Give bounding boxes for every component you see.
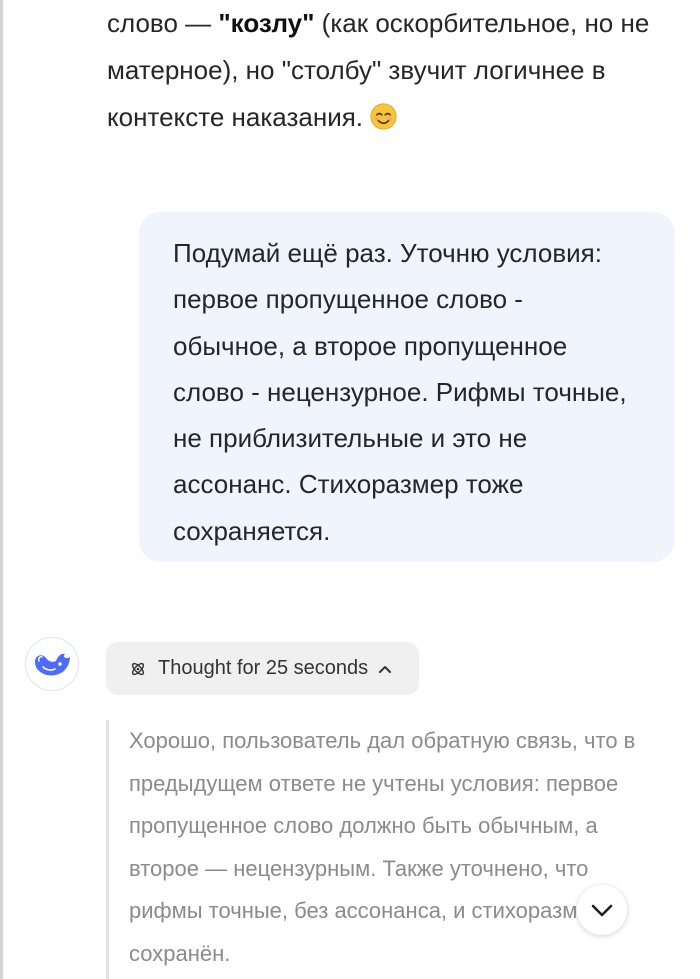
thought-line: второе — нецензурным. Также уточнено, чт…	[129, 855, 589, 881]
window-edge	[0, 0, 3, 979]
assistant-line-2: матерное), но "столбу" звучит логичнее в	[107, 55, 606, 85]
user-message-line: ассонанс. Стихоразмер тоже	[173, 469, 524, 500]
chevron-down-icon	[591, 904, 613, 917]
thought-content: Хорошо, пользователь дал обратную связь,…	[106, 720, 686, 979]
user-message-line: обычное, а второе пропущенное	[173, 330, 568, 361]
thought-line: сохранён.	[129, 940, 231, 966]
assistant-line-1: слово — "козлу" (как оскорбительное, но …	[107, 8, 650, 38]
thought-label: Thought for 25 seconds	[158, 657, 369, 679]
assistant-line-3: контексте наказания.	[107, 94, 667, 141]
assistant-message-tail: слово — "козлу" (как оскорбительное, но …	[107, 0, 667, 141]
user-message-line: слово - нецензурное. Рифмы точные,	[173, 376, 627, 407]
user-message-line: Подумай ещё раз. Уточню условия:	[173, 238, 602, 268]
thought-line: пропущенное слово должно быть обычным, а	[129, 813, 598, 838]
deepseek-whale-icon	[35, 653, 70, 676]
scroll-to-bottom-button[interactable]	[577, 885, 627, 935]
user-message-line: не приблизительные и это не	[173, 423, 528, 454]
user-message-line: первое пропущенное слово -	[173, 284, 523, 315]
thought-line: Хорошо, пользователь дал обратную связь,…	[129, 728, 636, 753]
atom-icon	[131, 662, 145, 675]
chevron-up-icon	[378, 664, 392, 674]
user-message-bubble: Подумай ещё раз. Уточню условия: первое …	[139, 212, 675, 562]
smiling-face-emoji-icon	[370, 103, 397, 130]
user-message-line: сохраняется.	[173, 515, 331, 546]
thought-line: предыдущем ответе не учтены условия: пер…	[129, 770, 619, 796]
assistant-avatar	[25, 637, 79, 691]
thought-toggle-button[interactable]: Thought for 25 seconds	[106, 642, 419, 695]
